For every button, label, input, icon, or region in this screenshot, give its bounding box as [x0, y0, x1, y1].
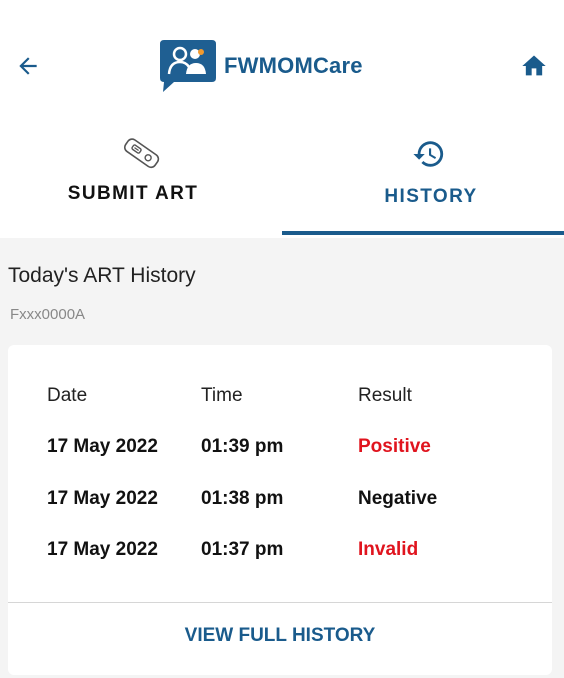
tab-submit-art[interactable]: SUBMIT ART	[0, 128, 282, 238]
user-id-label: Fxxx0000A	[10, 306, 86, 323]
card-divider	[8, 602, 552, 603]
row-3-date: 17 May 2022	[47, 539, 158, 560]
back-button[interactable]	[6, 44, 50, 88]
tab-submit-art-icon-wrap	[0, 134, 282, 174]
app-logo: FWMOMCare	[160, 40, 363, 92]
column-header-date: Date	[47, 385, 88, 406]
home-button[interactable]	[512, 46, 556, 86]
view-full-history-button[interactable]: VIEW FULL HISTORY	[8, 625, 552, 647]
arrow-left-icon	[19, 57, 37, 75]
tab-submit-art-label: SUBMIT ART	[67, 183, 199, 204]
tab-history-label: HISTORY	[384, 186, 478, 207]
row-2-result: Negative	[358, 488, 438, 509]
tab-history-icon-wrap	[288, 134, 564, 174]
column-header-time: Time	[201, 385, 243, 406]
row-2-date: 17 May 2022	[47, 488, 158, 509]
section-title: Today's ART History	[8, 264, 196, 287]
row-1-date: 17 May 2022	[47, 436, 158, 457]
test-kit-icon	[123, 138, 160, 169]
home-icon	[522, 55, 546, 76]
history-icon	[413, 141, 444, 167]
app-title: FWMOMCare	[224, 53, 363, 78]
column-header-result: Result	[358, 385, 412, 406]
row-3-result: Invalid	[358, 539, 419, 560]
row-3-time: 01:37 pm	[201, 539, 284, 560]
tab-history[interactable]: HISTORY	[282, 128, 564, 238]
family-logo-icon	[160, 40, 216, 92]
app-bar: FWMOMCare	[0, 0, 564, 128]
tab-bar: SUBMIT ART HISTORY	[0, 128, 564, 238]
row-2-time: 01:38 pm	[201, 488, 284, 509]
row-1-time: 01:39 pm	[201, 436, 284, 457]
active-tab-indicator	[282, 231, 564, 235]
history-card: Date Time Result 17 May 2022 01:39 pm Po…	[8, 345, 552, 675]
row-1-result: Positive	[358, 436, 431, 457]
